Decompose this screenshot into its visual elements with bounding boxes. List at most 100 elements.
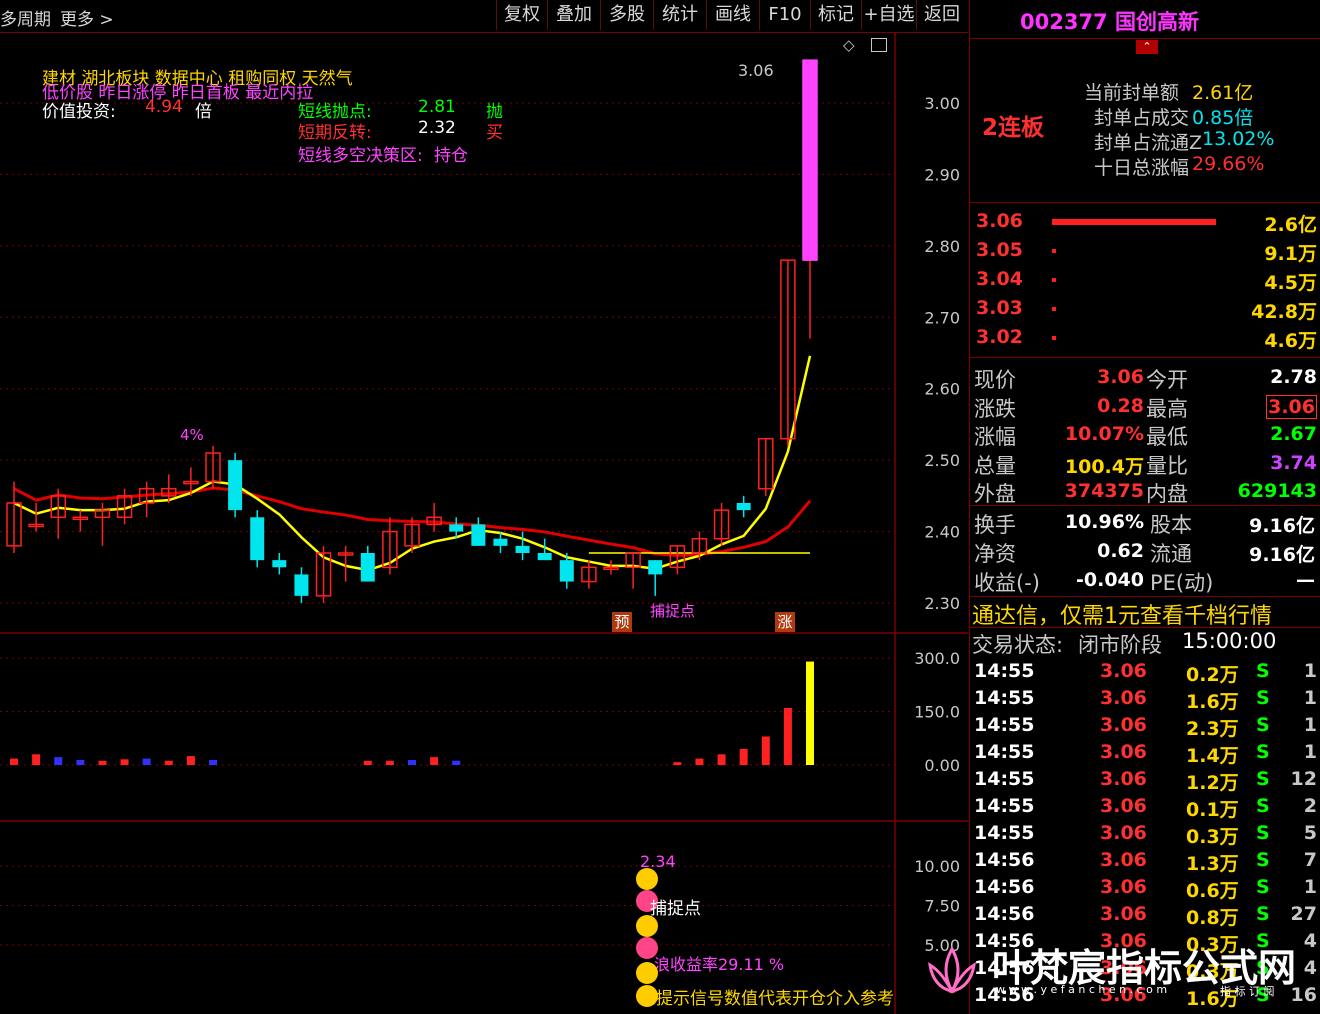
tick-row: 14:56 3.06 1.3万 S 7 [970,849,1320,876]
stock-code-name: 002377 国创高新 [1020,6,1199,36]
short-reverse-action: 买 [486,123,503,143]
tick-row: 14:55 3.06 0.2万 S 1 [970,660,1320,687]
bid-price: 3.05 [976,239,1023,261]
volume-bar [142,758,151,765]
quote-label: 总量 [974,453,1016,478]
tick-volume: 0.3万 [1186,826,1239,848]
more-menu-button[interactable]: 更多 > [60,5,114,30]
seal-amount-label: 当前封单额 [1084,82,1180,104]
tick-price: 3.06 [1100,876,1147,898]
tick-row: 14:55 3.06 1.6万 S 1 [970,687,1320,714]
quote-label: 现价 [974,368,1016,392]
volume-tick-label: 150.0 [914,703,960,722]
tick-count: 27 [1290,903,1317,925]
tick-count: 12 [1290,768,1317,790]
overlay-button[interactable]: 叠加 [547,0,600,30]
tick-side: S [1256,903,1270,925]
tick-time: 14:55 [974,795,1035,817]
seal-turnover-label: 封单占成交 [1094,107,1190,129]
tick-count: 7 [1303,849,1317,871]
fund-value: 9.16亿 [1249,515,1315,537]
watermark-tag: 指 标 订 阅 [1220,985,1275,998]
bid-volume-bar [1052,278,1056,282]
price-tick-label: 2.30 [924,594,960,613]
volume-bars [10,661,814,765]
bid-price: 3.03 [976,297,1023,319]
quote-panel: 002377 国创高新 ⌃ 2连板 当前封单额 2.61亿 封单占成交 0.85… [969,0,1320,1014]
multi-period-button[interactable]: 多周期 [0,5,51,30]
f10-button[interactable]: F10 [759,0,810,30]
quote-label: 内盘 [1146,482,1188,506]
quote-label: 今开 [1146,368,1188,392]
bid-price: 3.04 [976,268,1023,290]
price-tick-label: 2.80 [924,237,960,256]
panel-toggle-icon[interactable] [871,38,887,52]
tick-count: 1 [1303,741,1317,763]
mark-button[interactable]: 标记 [810,0,861,30]
zhang-signal-badge: 涨 [775,612,795,632]
tick-side: S [1256,768,1270,790]
seal-float-label: 封单占流通Z [1094,132,1203,154]
add-watchlist-button[interactable]: +自选 [861,0,916,30]
volume-bar [363,760,372,765]
volume-bar [695,758,704,765]
tick-side: S [1256,822,1270,844]
volume-tick-label: 300.0 [914,649,960,668]
quote-value: 2.78 [1270,366,1317,388]
tick-price: 3.06 [1100,768,1147,790]
candle-body [736,503,751,511]
tick-time: 14:55 [974,714,1035,736]
quote-label: 涨跌 [974,396,1016,421]
collapse-chevron-icon[interactable]: ⌃ [1136,40,1158,54]
multi-stock-button[interactable]: 多股 [600,0,653,30]
tick-time: 14:55 [974,660,1035,682]
volume-bar [54,757,63,765]
candle-body [471,524,486,546]
tick-time: 14:55 [974,822,1035,844]
tick-time: 14:56 [974,849,1035,871]
tick-row: 14:55 3.06 0.3万 S 5 [970,822,1320,849]
tick-row: 14:56 3.06 0.8万 S 27 [970,903,1320,930]
stock-name: 国创高新 [1114,10,1199,34]
candle-body [250,517,265,561]
smile-face-icon-2 [636,962,658,984]
tick-volume: 1.4万 [1186,745,1239,767]
price-tick-label: 2.60 [924,380,960,399]
tick-volume: 0.1万 [1186,799,1239,821]
bid-volume: 4.5万 [1264,272,1317,294]
tick-count: 1 [1303,876,1317,898]
promo-banner[interactable]: 通达信，仅需1元查看千档行情 [972,598,1272,630]
volume-bar [385,760,394,765]
bid-volume-bar [1052,249,1056,253]
top-toolbar: 多周期 更多 > 复权 叠加 多股 统计 画线 F10 标记 +自选 返回 [0,0,968,33]
volume-bar [430,757,439,765]
tick-volume: 1.2万 [1186,772,1239,794]
bid-volume-bar [1052,336,1056,340]
bid-volume: 2.6亿 [1264,214,1317,236]
tick-row: 14:55 3.06 2.3万 S 1 [970,714,1320,741]
statistics-button[interactable]: 统计 [653,0,706,30]
tick-volume: 0.8万 [1186,907,1239,929]
back-button[interactable]: 返回 [916,0,967,30]
candle-body [515,545,530,553]
indicator-tick-label: 10.00 [914,857,960,876]
volume-bar [120,759,129,765]
volume-bar [98,760,107,765]
wave-yield-label: 浪收益率29.11 % [654,955,785,974]
fund-label: 净资 [974,542,1016,566]
volume-bar [739,748,748,765]
volume-bar [186,756,195,765]
price-tick-label: 2.50 [924,451,960,470]
tick-price: 3.06 [1100,714,1147,736]
candle-body [537,553,552,561]
hint-text: 提示信号数值代表开仓介入参考 [656,989,894,1009]
candle-body [493,538,508,546]
value-invest-number: 4.94 [145,97,183,117]
stock-code: 002377 [1020,10,1108,34]
tick-price: 3.06 [1100,660,1147,682]
diamond-icon[interactable]: ◇ [843,36,855,54]
draw-line-button[interactable]: 画线 [706,0,759,30]
kline-chart[interactable]: 3.00 2.90 2.80 2.70 2.60 2.50 2.40 2.30 300.0 150… [0,33,968,1014]
fund-value: 0.62 [1097,540,1144,562]
fuquan-button[interactable]: 复权 [496,0,547,30]
